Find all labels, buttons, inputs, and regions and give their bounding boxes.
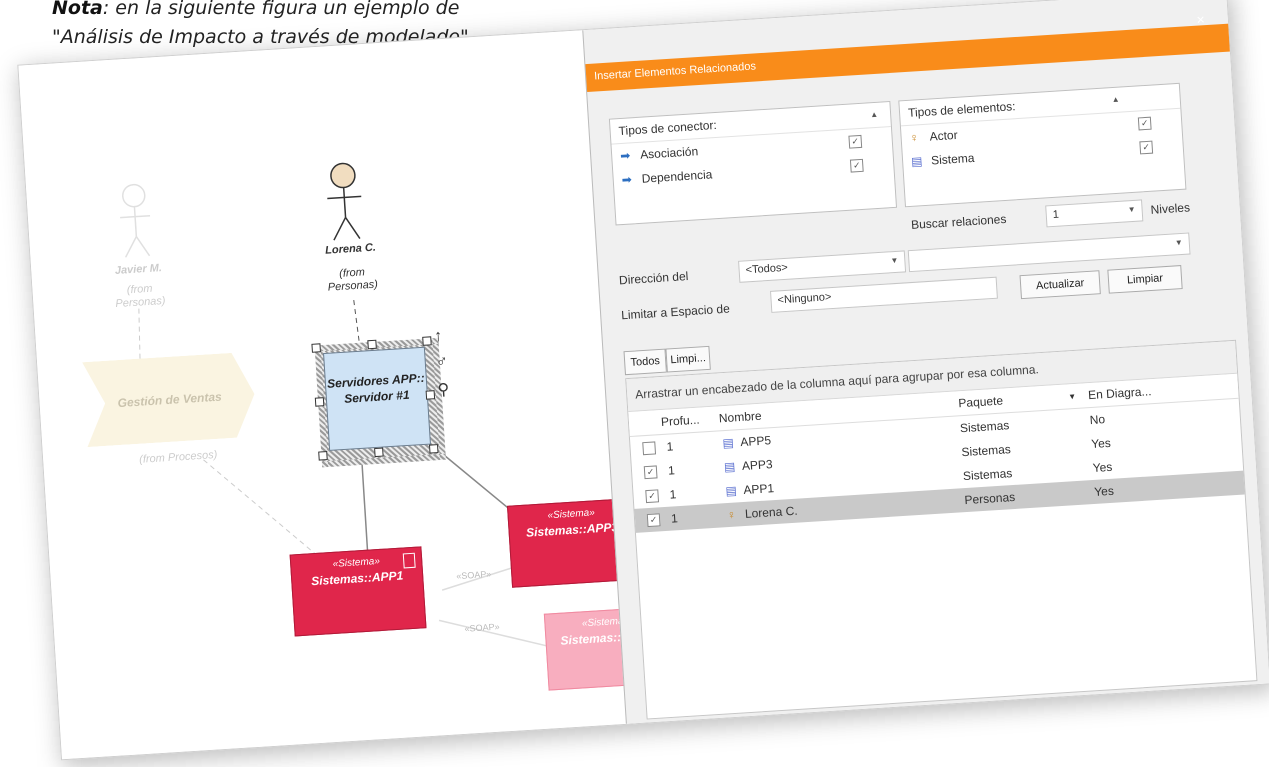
row-paquete: Sistemas: [961, 442, 1012, 460]
caption-line-1-text: : en la siguiente figura un ejemplo de: [102, 0, 460, 19]
arrow-right-icon: ➡: [619, 148, 631, 164]
arrow-up-icon[interactable]: ↑: [434, 328, 443, 346]
row-en-diagrama: Yes: [1093, 483, 1115, 499]
row-nombre: APP5: [739, 433, 772, 450]
limpi-button[interactable]: Limpi...: [665, 345, 711, 373]
system-app1[interactable]: «Sistema» Sistemas::APP1: [289, 546, 427, 637]
search-icon[interactable]: ⚲: [437, 379, 450, 400]
sort-up-icon[interactable]: ▲: [870, 110, 878, 119]
row-nombre: APP3: [741, 457, 774, 474]
diagram-canvas[interactable]: Javier M. (from Personas) Lorena C. (fro…: [18, 29, 671, 760]
connector-types-title: Tipos de conector:: [618, 117, 718, 139]
connector-type-label: Asociación: [639, 144, 699, 162]
component-icon: [402, 552, 416, 569]
resize-handle-tr[interactable]: [422, 336, 432, 346]
column-nombre[interactable]: Nombre: [718, 409, 761, 426]
row-en-diagrama: Yes: [1090, 435, 1112, 452]
connector-type-checkbox[interactable]: ✓: [849, 158, 864, 173]
row-checkbox[interactable]: ✓: [643, 465, 658, 480]
direccion-label: Dirección del: [618, 269, 689, 288]
link-icon[interactable]: ♂: [435, 353, 448, 372]
insert-related-elements-dialog: × Insertar Elementos Relacionados Tipos …: [582, 0, 1269, 724]
column-en-diagrama[interactable]: En Diagra...: [1088, 384, 1152, 402]
row-paquete: Sistemas: [959, 418, 1010, 436]
row-paquete: Personas: [964, 489, 1016, 508]
limitar-value: <Ninguno>: [777, 291, 832, 307]
dependency-javier: [138, 308, 141, 359]
dialog-title: Insertar Elementos Relacionados: [593, 60, 757, 83]
component-icon: ▤: [722, 435, 735, 451]
actor-icon: ♀: [726, 507, 737, 523]
related-elements-grid: Arrastrar un encabezado de la columna aq…: [625, 339, 1258, 720]
element-type-checkbox[interactable]: ✓: [1139, 140, 1154, 155]
resize-handle-l[interactable]: [314, 397, 325, 407]
actualizar-button[interactable]: Actualizar: [1019, 270, 1101, 300]
resize-handle-t[interactable]: [367, 339, 377, 350]
row-profundidad: 1: [667, 463, 676, 478]
sort-down-icon[interactable]: ▼: [1068, 392, 1076, 401]
row-nombre: Lorena C.: [744, 503, 798, 521]
niveles-select[interactable]: 1 ▼: [1045, 199, 1144, 228]
resize-handle-tl[interactable]: [311, 343, 321, 353]
dialog-titlebar: Insertar Elementos Relacionados: [585, 23, 1231, 93]
component-icon: ▤: [725, 483, 738, 499]
chevron-down-icon: ▼: [890, 255, 899, 266]
actor-javier-figure[interactable]: [118, 183, 152, 258]
resize-handle-r[interactable]: [425, 390, 436, 400]
connector-type-checkbox[interactable]: ✓: [848, 134, 863, 149]
caption-lead: Nota: [52, 0, 103, 19]
chevron-down-icon: ▼: [1127, 204, 1136, 215]
server-node[interactable]: Servidores APP:: Servidor #1: [323, 346, 431, 451]
column-paquete[interactable]: Paquete: [958, 394, 1004, 411]
caption-line-1: Nota: en la siguiente figura un ejemplo …: [52, 0, 469, 23]
association-app1: [361, 464, 369, 560]
row-profundidad: 1: [669, 487, 677, 502]
row-en-diagrama: Yes: [1092, 459, 1113, 475]
row-paquete: Sistemas: [962, 466, 1013, 484]
element-types-title: Tipos de elementos:: [907, 99, 1016, 120]
direccion-select[interactable]: <Todos> ▼: [738, 250, 907, 283]
arrow-right-icon: ➡: [621, 172, 633, 187]
limitar-label: Limitar a Espacio de: [620, 301, 731, 323]
row-nombre: APP1: [743, 481, 775, 497]
component-icon: ▤: [723, 459, 736, 475]
soap-link-2: [438, 619, 557, 649]
element-type-label: Sistema: [930, 150, 975, 168]
resize-handle-bl[interactable]: [318, 451, 328, 461]
todos-button[interactable]: Todos: [623, 348, 667, 376]
connector-type-label: Dependencia: [641, 167, 713, 186]
row-checkbox[interactable]: ✓: [645, 489, 660, 504]
column-profundidad[interactable]: Profu...: [661, 413, 700, 429]
process-label: Gestión de Ventas: [117, 389, 223, 410]
actor-icon: ♀: [909, 130, 920, 145]
row-checkbox[interactable]: [642, 441, 657, 456]
limitar-select[interactable]: <Ninguno>: [770, 276, 998, 313]
resize-handle-b[interactable]: [374, 447, 384, 458]
limpiar-button[interactable]: Limpiar: [1107, 265, 1183, 294]
component-icon: ▤: [910, 154, 923, 169]
chevron-down-icon: ▼: [1174, 237, 1184, 248]
row-checkbox[interactable]: ✓: [646, 513, 661, 528]
row-profundidad: 1: [666, 439, 674, 454]
element-type-checkbox[interactable]: ✓: [1137, 116, 1152, 131]
sort-up-icon[interactable]: ▲: [1111, 95, 1119, 104]
screenshot-card: Javier M. (from Personas) Lorena C. (fro…: [17, 0, 1269, 761]
buscar-relaciones-label: Buscar relaciones: [910, 211, 1007, 232]
dependency-lorena: [353, 300, 361, 345]
niveles-label: Niveles: [1150, 200, 1191, 217]
actor-lorena-figure[interactable]: [325, 162, 364, 241]
resize-handle-br[interactable]: [428, 444, 439, 454]
row-profundidad: 1: [670, 511, 679, 526]
row-en-diagrama: No: [1089, 412, 1106, 428]
element-types-panel: Tipos de elementos: ▲ ♀ Actor ✓ ▤ Sistem…: [898, 82, 1187, 208]
element-type-label: Actor: [929, 127, 959, 144]
niveles-value: 1: [1052, 208, 1060, 222]
process-gestion-ventas[interactable]: Gestión de Ventas: [82, 352, 257, 448]
dependency-process: [203, 459, 321, 559]
connector-types-panel: Tipos de conector: ▲ ➡ Asociación ✓ ➡ De…: [608, 100, 898, 226]
direccion-value: <Todos>: [745, 261, 789, 277]
